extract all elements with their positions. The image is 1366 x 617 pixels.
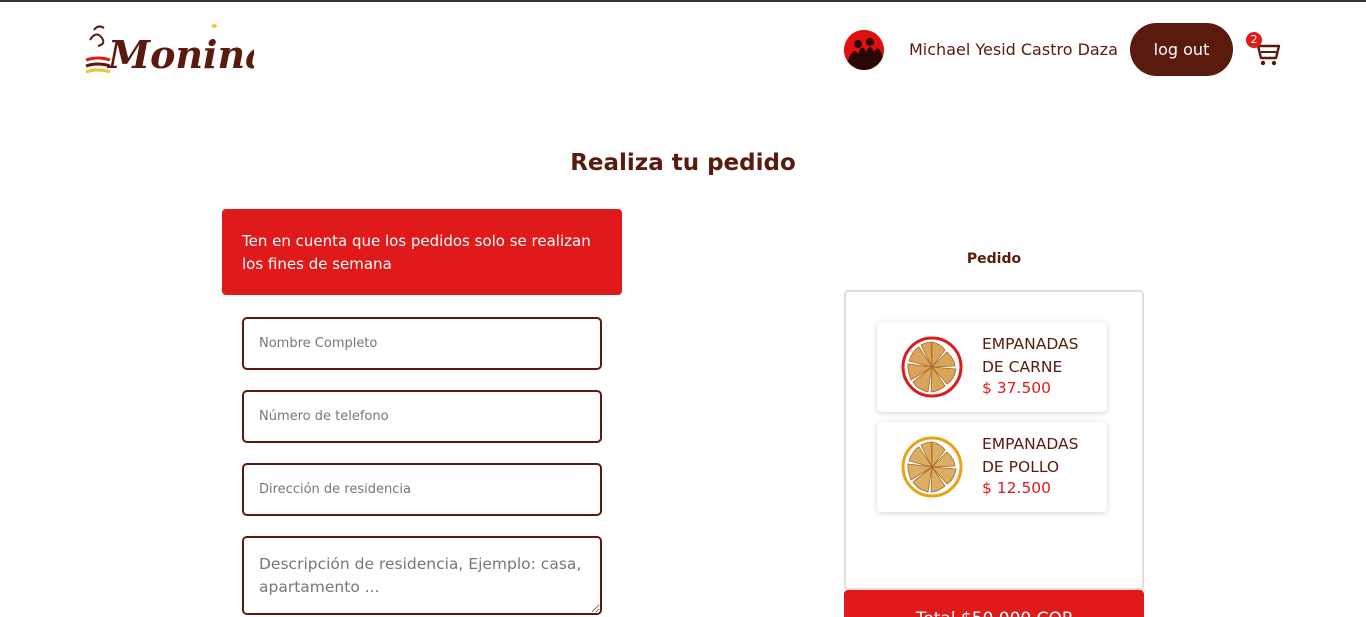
order-label: Pedido xyxy=(966,251,1022,267)
cart-button[interactable]: 2 xyxy=(1246,32,1282,68)
logout-button[interactable]: log out xyxy=(1130,23,1233,76)
weekend-notice: Ten en cuenta que los pedidos solo se re… xyxy=(222,209,622,295)
empanada-plate-icon xyxy=(901,336,963,398)
order-item[interactable]: EMPANADAS DE POLLO $ 12.500 xyxy=(877,422,1107,512)
svg-text:Monina's: Monina's xyxy=(106,32,254,77)
full-name-input[interactable] xyxy=(242,317,602,370)
empanadas-carne-image xyxy=(901,336,963,398)
cart-count-badge: 2 xyxy=(1246,32,1262,48)
order-list: EMPANADAS DE CARNE $ 37.500 EMPANADAS DE… xyxy=(844,290,1144,590)
top-header: Monina's Michael Yesid Castro Daza log o… xyxy=(0,2,1366,102)
item-name: EMPANADAS DE POLLO xyxy=(982,435,1079,476)
user-name: Michael Yesid Castro Daza xyxy=(909,40,1118,59)
empanadas-pollo-image xyxy=(901,436,963,498)
order-total-button[interactable]: Total $50.000 COP xyxy=(844,590,1144,617)
monina-logo-icon: Monina's xyxy=(85,24,254,77)
phone-input[interactable] xyxy=(242,390,602,443)
empanada-plate-icon xyxy=(901,436,963,498)
address-input[interactable] xyxy=(242,463,602,516)
residence-description-textarea[interactable] xyxy=(242,536,602,615)
brand-logo[interactable]: Monina's xyxy=(84,16,254,80)
item-name: EMPANADAS DE CARNE xyxy=(982,335,1079,376)
order-item[interactable]: EMPANADAS DE CARNE $ 37.500 xyxy=(877,322,1107,412)
user-avatar[interactable] xyxy=(844,30,884,70)
item-price: $ 37.500 xyxy=(982,379,1052,397)
page-title: Realiza tu pedido xyxy=(570,150,796,176)
item-price: $ 12.500 xyxy=(982,479,1052,497)
avatar-image-icon xyxy=(844,30,884,70)
